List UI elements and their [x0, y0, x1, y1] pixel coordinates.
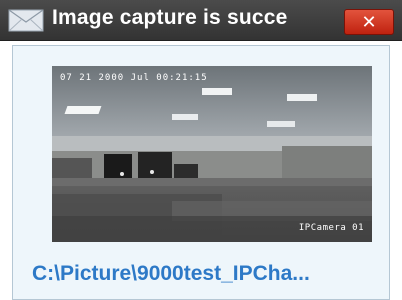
close-icon: ✕	[361, 11, 377, 33]
file-path-link[interactable]: C:\Picture\9000test_IPCha...	[32, 262, 310, 286]
capture-notification-window: Image capture is succe ✕ 07 21 2000 Jul …	[0, 0, 402, 300]
timestamp-overlay: 07 21 2000 Jul 00:21:15	[60, 73, 208, 83]
snapshot-image	[52, 66, 372, 242]
window-title: Image capture is succe	[52, 6, 288, 29]
captured-image-thumbnail[interactable]: 07 21 2000 Jul 00:21:15 IPCamera 01	[52, 66, 372, 242]
title-bar[interactable]: Image capture is succe ✕	[0, 0, 402, 41]
camera-name-overlay: IPCamera 01	[298, 223, 364, 233]
envelope-icon	[8, 9, 44, 32]
close-button[interactable]: ✕	[344, 9, 394, 35]
